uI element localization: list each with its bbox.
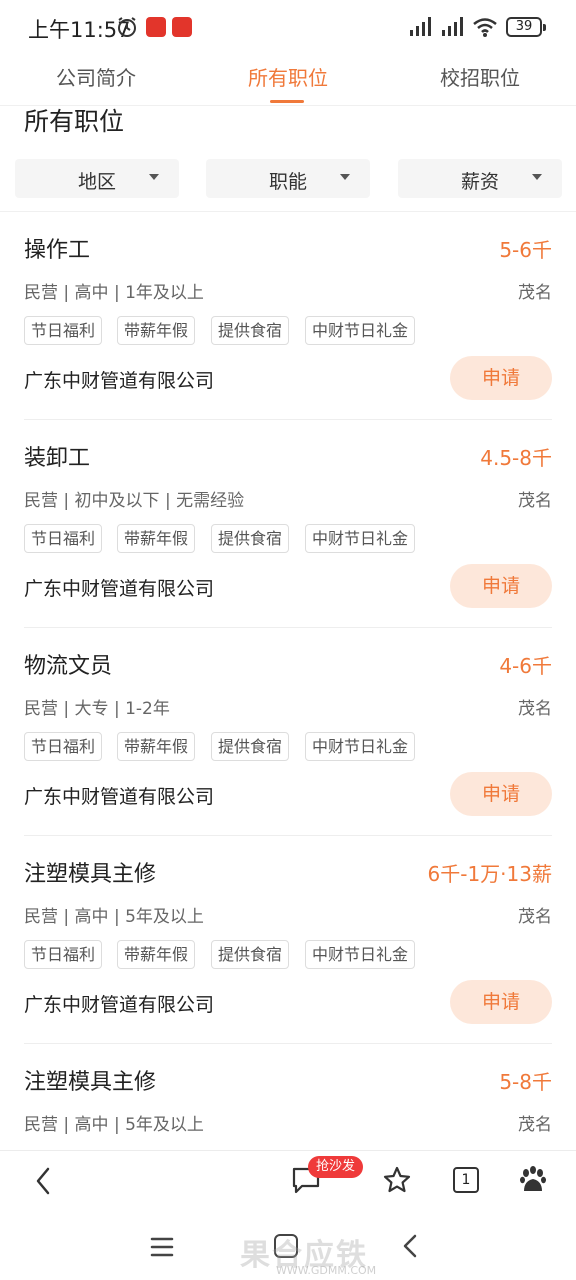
job-city: 茂名: [518, 907, 552, 927]
browser-toolbar: 抢沙发 1: [0, 1150, 576, 1212]
tab-campus-positions[interactable]: 校招职位: [384, 62, 576, 91]
job-meta: 民营 | 高中 | 5年及以上: [24, 1115, 204, 1135]
menu-icon[interactable]: [150, 1236, 174, 1258]
caret-down-icon: [149, 174, 159, 180]
app-badge-icon: [172, 17, 192, 37]
active-tab-indicator: [270, 100, 304, 103]
job-salary: 6千-1万·13薪: [427, 862, 552, 886]
job-tag: 中财节日礼金: [305, 524, 416, 553]
job-city: 茂名: [518, 491, 552, 511]
tabs-count-icon[interactable]: 1: [453, 1167, 479, 1193]
job-tag: 带薪年假: [117, 940, 196, 969]
apply-button[interactable]: 申请: [450, 564, 552, 608]
filter-function[interactable]: 职能: [206, 159, 370, 198]
company-name: 广东中财管道有限公司: [24, 994, 215, 1016]
filter-label: 职能: [268, 171, 307, 193]
job-salary: 5-8千: [499, 1070, 552, 1094]
job-city: 茂名: [518, 1115, 552, 1135]
job-title: 注塑模具主修: [24, 862, 157, 887]
tab-company-intro[interactable]: 公司简介: [0, 62, 192, 91]
back-icon[interactable]: [30, 1165, 56, 1197]
job-tag: 中财节日礼金: [305, 316, 416, 345]
job-meta: 民营 | 高中 | 5年及以上: [24, 907, 204, 927]
app-badge-icon: [146, 17, 166, 37]
tab-bar: 公司简介 所有职位 校招职位: [0, 56, 576, 106]
job-tag: 节日福利: [24, 316, 103, 345]
company-name: 广东中财管道有限公司: [24, 786, 215, 808]
job-salary: 5-6千: [499, 238, 552, 262]
job-tag: 提供食宿: [211, 316, 290, 345]
job-tag: 节日福利: [24, 940, 103, 969]
job-tag: 节日福利: [24, 732, 103, 761]
filter-label: 地区: [77, 171, 116, 193]
job-tag: 提供食宿: [211, 732, 290, 761]
watermark-url: WWW.GDMM.COM: [276, 1264, 377, 1277]
star-icon[interactable]: [382, 1165, 412, 1195]
job-tag: 带薪年假: [117, 524, 196, 553]
job-card[interactable]: 操作工 5-6千 民营 | 高中 | 1年及以上 茂名 节日福利 带薪年假 提供…: [0, 212, 576, 420]
apply-button[interactable]: 申请: [450, 356, 552, 400]
comment-badge: 抢沙发: [308, 1156, 364, 1178]
signal-hd-icon: [442, 17, 463, 36]
job-meta: 民营 | 大专 | 1-2年: [24, 699, 170, 719]
job-tag: 中财节日礼金: [305, 940, 416, 969]
caret-down-icon: [340, 174, 350, 180]
baidu-paw-icon[interactable]: [518, 1165, 548, 1195]
job-card[interactable]: 物流文员 4-6千 民营 | 大专 | 1-2年 茂名 节日福利 带薪年假 提供…: [0, 628, 576, 836]
nav-back-icon[interactable]: [400, 1232, 420, 1260]
job-tag: 提供食宿: [211, 940, 290, 969]
alarm-icon: [118, 17, 136, 37]
job-card[interactable]: 注塑模具主修 6千-1万·13薪 民营 | 高中 | 5年及以上 茂名 节日福利…: [0, 836, 576, 1044]
signal-hd-icon: [410, 17, 431, 36]
job-salary: 4.5-8千: [480, 446, 552, 470]
status-bar: 上午11:57 39: [0, 0, 576, 56]
system-nav-bar: 果合应铁 WWW.GDMM.COM: [0, 1212, 576, 1280]
filter-salary[interactable]: 薪资: [398, 159, 562, 198]
company-name: 广东中财管道有限公司: [24, 578, 215, 600]
job-tag: 带薪年假: [117, 316, 196, 345]
job-title: 操作工: [24, 238, 91, 263]
job-city: 茂名: [518, 699, 552, 719]
company-name: 广东中财管道有限公司: [24, 370, 215, 392]
battery-icon: 39: [506, 17, 546, 37]
job-salary: 4-6千: [499, 654, 552, 678]
job-meta: 民营 | 初中及以下 | 无需经验: [24, 491, 245, 511]
job-title: 物流文员: [24, 654, 113, 679]
apply-button[interactable]: 申请: [450, 980, 552, 1024]
caret-down-icon: [532, 174, 542, 180]
section-title: 所有职位: [24, 107, 125, 136]
wifi-icon: [473, 18, 497, 37]
job-city: 茂名: [518, 283, 552, 303]
job-meta: 民营 | 高中 | 1年及以上: [24, 283, 204, 303]
job-tag: 中财节日礼金: [305, 732, 416, 761]
filter-label: 薪资: [460, 171, 499, 193]
job-tag: 带薪年假: [117, 732, 196, 761]
job-tag: 节日福利: [24, 524, 103, 553]
job-title: 注塑模具主修: [24, 1070, 157, 1095]
job-tag: 提供食宿: [211, 524, 290, 553]
apply-button[interactable]: 申请: [450, 772, 552, 816]
filter-region[interactable]: 地区: [15, 159, 179, 198]
job-card[interactable]: 注塑模具主修 5-8千 民营 | 高中 | 5年及以上 茂名: [0, 1044, 576, 1150]
tab-all-positions[interactable]: 所有职位: [192, 62, 384, 91]
job-title: 装卸工: [24, 446, 91, 471]
job-card[interactable]: 装卸工 4.5-8千 民营 | 初中及以下 | 无需经验 茂名 节日福利 带薪年…: [0, 420, 576, 628]
